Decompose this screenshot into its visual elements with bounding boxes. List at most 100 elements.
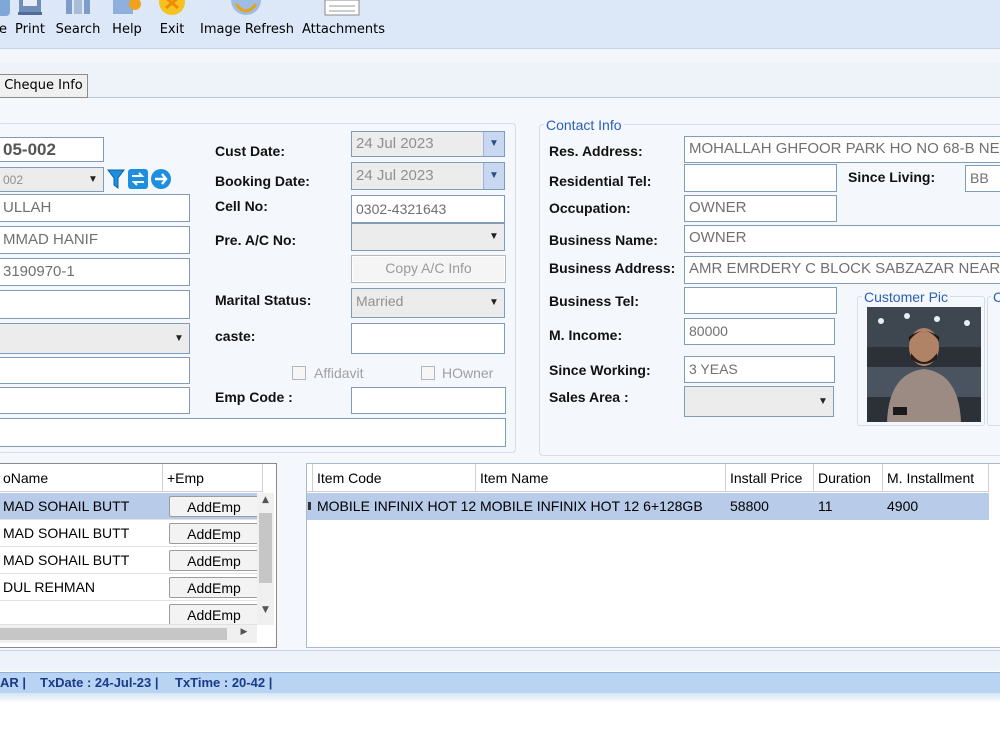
m-income-field[interactable]: 80000 — [684, 318, 835, 345]
table-row[interactable]: MAD SOHAIL BUTT AddEmp — [0, 493, 259, 520]
attachments-button[interactable]: Attachments — [302, 0, 385, 48]
account-code-combo[interactable]: 002 ▼ — [0, 167, 104, 192]
chevron-down-icon[interactable]: ▼ — [83, 168, 103, 191]
caste-field[interactable] — [351, 323, 505, 354]
duration-cell: 11 — [818, 498, 833, 514]
scroll-thumb[interactable] — [259, 513, 272, 583]
employee-grid-header-emp[interactable]: +Emp — [163, 464, 263, 492]
emp-code-field[interactable] — [351, 387, 506, 414]
refresh-icon[interactable] — [127, 168, 149, 190]
left-empty-field-1[interactable] — [0, 290, 190, 319]
items-grid-header-duration[interactable]: Duration — [814, 464, 883, 492]
emp-code-label: Emp Code : — [215, 389, 293, 405]
sales-area-label: Sales Area : — [549, 389, 629, 405]
add-emp-button[interactable]: AddEmp — [169, 604, 257, 624]
business-address-label: Business Address: — [549, 260, 676, 276]
chevron-down-icon[interactable]: ▼ — [484, 289, 504, 317]
cell-no-field[interactable]: 0302-4321643 — [351, 195, 505, 223]
name-field[interactable]: ULLAH — [0, 194, 190, 222]
status-txdate: TxDate : 24-Jul-23 | — [40, 675, 159, 690]
cust-date-picker[interactable]: 24 Jul 2023 ▼ — [351, 131, 505, 157]
chevron-down-icon[interactable]: ▼ — [483, 132, 504, 156]
add-emp-button[interactable]: AddEmp — [169, 577, 259, 598]
customer-photo — [867, 307, 981, 422]
m-income-label: M. Income: — [549, 327, 623, 343]
scroll-right-icon[interactable]: ▶ — [237, 627, 251, 641]
left-empty-field-2[interactable] — [0, 357, 190, 384]
table-row[interactable]: DUL REHMAN AddEmp — [0, 574, 259, 601]
bottom-band — [0, 651, 1000, 671]
add-emp-button[interactable]: AddEmp — [169, 523, 259, 544]
cnic-field[interactable]: 3190970-1 — [0, 258, 190, 286]
address-field[interactable] — [0, 418, 506, 447]
chevron-down-icon[interactable]: ▼ — [169, 324, 189, 353]
employee-name-cell: MAD SOHAIL BUTT — [3, 498, 130, 514]
table-row[interactable]: MAD SOHAIL BUTT AddEmp — [0, 520, 259, 547]
since-working-field[interactable]: 3 YEAS — [684, 356, 835, 383]
scroll-down-icon[interactable]: ▼ — [257, 605, 274, 619]
copy-ac-info-button[interactable]: Copy A/C Info — [351, 255, 506, 283]
affidavit-checkbox[interactable] — [292, 366, 306, 380]
booking-date-value: 24 Jul 2023 — [356, 167, 434, 184]
items-grid: Item Code Item Name Install Price Durati… — [306, 463, 1000, 648]
business-name-field[interactable]: OWNER — [684, 225, 1000, 253]
business-tel-field[interactable] — [684, 287, 837, 314]
business-address-field[interactable]: AMR EMRDERY C BLOCK SABZAZAR NEAR C — [684, 256, 1000, 284]
image-refresh-button[interactable]: Image Refresh — [200, 0, 294, 48]
employee-name-cell — [0, 601, 163, 624]
booking-date-picker[interactable]: 24 Jul 2023 ▼ — [351, 162, 505, 190]
since-living-field[interactable]: BB — [965, 165, 1000, 192]
howner-label: HOwner — [442, 365, 494, 381]
table-row[interactable]: AddEmp — [0, 601, 257, 625]
help-button[interactable]: Help — [110, 0, 144, 48]
occupation-label: Occupation: — [549, 200, 631, 216]
res-address-field[interactable]: MOHALLAH GHFOOR PARK HO NO 68-B NE — [684, 136, 1000, 163]
scroll-up-icon[interactable]: ▲ — [257, 495, 274, 509]
add-emp-button[interactable]: AddEmp — [169, 550, 259, 571]
sales-area-combo[interactable]: ▼ — [684, 386, 834, 417]
residential-tel-field[interactable] — [684, 164, 837, 192]
add-emp-button[interactable]: AddEmp — [169, 496, 259, 517]
account-code-field[interactable]: 05-002 — [0, 137, 104, 162]
items-grid-header-install-price[interactable]: Install Price — [726, 464, 814, 492]
horizontal-scrollbar[interactable]: ▶ — [0, 625, 257, 643]
table-row[interactable]: MAD SOHAIL BUTT AddEmp — [0, 547, 259, 574]
items-grid-header-item-name[interactable]: Item Name — [476, 464, 726, 492]
contact-info-title: Contact Info — [544, 117, 624, 133]
tab-cheque-info[interactable]: Cheque Info — [0, 74, 88, 98]
chevron-down-icon[interactable]: ▼ — [484, 224, 504, 250]
print-button[interactable]: Print — [14, 0, 46, 48]
vertical-scrollbar[interactable]: ▲ ▼ — [257, 493, 274, 625]
marital-status-value: Married — [356, 293, 404, 309]
scroll-thumb-horizontal[interactable] — [0, 628, 227, 640]
employee-name-cell: MAD SOHAIL BUTT — [3, 552, 130, 568]
pre-ac-combo[interactable]: ▼ — [351, 223, 505, 251]
chevron-down-icon[interactable]: ▼ — [813, 387, 833, 416]
table-row[interactable]: MOBILE INFINIX HOT 12 6 MOBILE INFINIX H… — [307, 493, 989, 520]
filter-icon[interactable] — [106, 168, 126, 190]
left-combo[interactable]: ▼ — [0, 323, 190, 354]
cust-date-label: Cust Date: — [215, 143, 286, 159]
occupation-field[interactable]: OWNER — [684, 195, 837, 222]
employee-grid-header-name[interactable]: oName — [0, 464, 163, 492]
toolbar-separator — [0, 49, 1000, 63]
m-installment-cell: 4900 — [887, 498, 919, 514]
search-button[interactable]: Search — [55, 0, 101, 48]
next-arrow-icon[interactable] — [150, 168, 172, 190]
help-icon — [113, 0, 141, 14]
howner-checkbox[interactable] — [421, 366, 435, 380]
employee-name-cell: DUL REHMAN — [3, 579, 96, 595]
items-grid-header-m-installment[interactable]: M. Installment — [883, 464, 989, 492]
father-name-field[interactable]: MMAD HANIF — [0, 226, 190, 254]
status-user: AR | — [0, 675, 27, 690]
left-empty-field-3[interactable] — [0, 387, 190, 414]
marital-status-combo[interactable]: Married ▼ — [351, 288, 505, 318]
print-icon — [18, 0, 42, 15]
items-grid-header-item-code[interactable]: Item Code — [313, 464, 476, 492]
item-code-cell: MOBILE INFINIX HOT 12 6 — [317, 498, 476, 514]
since-working-label: Since Working: — [549, 362, 651, 378]
exit-button[interactable]: Exit — [156, 0, 188, 48]
toolbar-partial-button[interactable]: e — [0, 0, 10, 48]
chevron-down-icon[interactable]: ▼ — [483, 163, 504, 189]
status-bar-shadow — [0, 693, 1000, 703]
